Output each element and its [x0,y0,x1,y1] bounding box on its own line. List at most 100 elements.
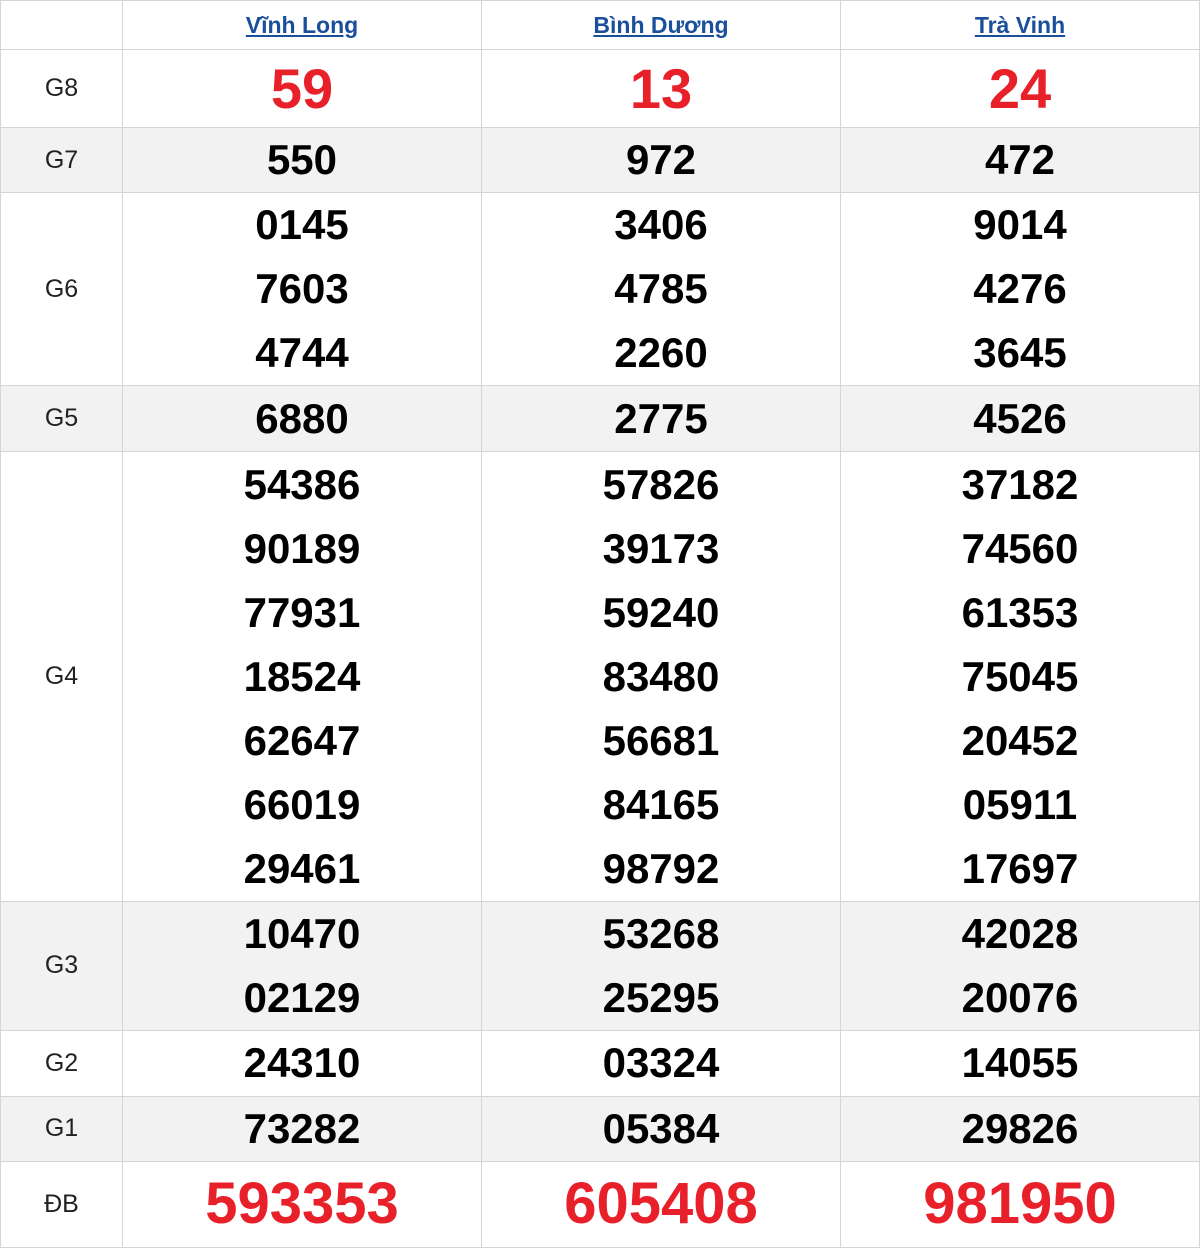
header-province-1: Vĩnh Long [122,0,482,51]
prize-number: 42028 [961,909,1079,957]
prize-cell: 29826 [840,1095,1200,1162]
prize-label: G1 [0,1095,123,1162]
prize-number: 10470 [243,909,361,957]
prize-cell: 05384 [481,1095,841,1162]
prize-row-g5: G5 6880 2775 4526 [0,385,1200,453]
prize-number: 9014 [973,201,1067,249]
prize-number: 20076 [961,973,1079,1021]
prize-number: 39173 [602,524,720,572]
prize-number: 6880 [255,394,349,442]
prize-number: 73282 [243,1104,361,1152]
prize-label: G3 [0,900,123,1031]
prize-number: 29461 [243,844,361,892]
header-row: Vĩnh Long Bình Dương Trà Vinh [0,0,1200,51]
prize-label: G5 [0,385,123,453]
prize-cell: 24 [840,49,1200,129]
prize-number: 66019 [243,780,361,828]
special-prize-number: 605408 [564,1171,758,1237]
prize-cell: 13 [481,49,841,129]
prize-number: 57826 [602,460,720,508]
prize-cell: 24310 [122,1029,482,1097]
prize-number: 61353 [961,588,1079,636]
prize-number: 7603 [255,265,349,313]
prize-label: G7 [0,127,123,194]
prize-number: 75045 [961,652,1079,700]
prize-number: 59240 [602,588,720,636]
prize-cell: 14055 [840,1029,1200,1097]
prize-label: G2 [0,1029,123,1097]
prize-cell: 472 [840,127,1200,194]
prize-cell: 593353 [122,1160,482,1248]
prize-cell: 03324 [481,1029,841,1097]
prize-cell: 10470 02129 [122,900,482,1031]
header-province-2: Bình Dương [481,0,841,51]
prize-number: 54386 [243,460,361,508]
prize-number: 20452 [961,716,1079,764]
prize-cell: 981950 [840,1160,1200,1248]
prize-row-g7: G7 550 972 472 [0,127,1200,194]
prize-label: G6 [0,192,123,387]
prize-cell: 9014 4276 3645 [840,192,1200,387]
prize-row-g2: G2 24310 03324 14055 [0,1029,1200,1097]
prize-cell: 54386 90189 77931 18524 62647 66019 2946… [122,451,482,902]
prize-cell: 57826 39173 59240 83480 56681 84165 9879… [481,451,841,902]
province-link-binh-duong[interactable]: Bình Dương [593,12,728,38]
prize-number: 18524 [243,652,361,700]
prize-number: 03324 [602,1039,720,1087]
prize-number: 25295 [602,973,720,1021]
prize-number: 05911 [962,780,1078,828]
prize-cell: 2775 [481,385,841,453]
province-link-tra-vinh[interactable]: Trà Vinh [975,12,1065,38]
prize-cell: 37182 74560 61353 75045 20452 05911 1769… [840,451,1200,902]
prize-cell: 73282 [122,1095,482,1162]
prize-number: 550 [266,136,338,184]
prize-number: 13 [629,56,693,120]
prize-cell: 6880 [122,385,482,453]
prize-number: 98792 [602,844,720,892]
prize-number: 3645 [973,329,1067,377]
prize-number: 972 [625,136,697,184]
special-prize-number: 981950 [923,1171,1117,1237]
prize-number: 0145 [255,201,349,249]
special-prize-number: 593353 [205,1171,399,1237]
prize-number: 472 [984,136,1056,184]
province-link-vinh-long[interactable]: Vĩnh Long [246,12,358,38]
lottery-results-table: Vĩnh Long Bình Dương Trà Vinh G8 59 13 2… [0,0,1200,1248]
prize-number: 56681 [602,716,720,764]
prize-row-g4: G4 54386 90189 77931 18524 62647 66019 2… [0,451,1200,902]
prize-number: 4744 [255,329,349,377]
prize-number: 62647 [243,716,361,764]
prize-number: 05384 [602,1104,720,1152]
prize-cell: 53268 25295 [481,900,841,1031]
prize-cell: 4526 [840,385,1200,453]
prize-number: 53268 [602,909,720,957]
prize-cell: 605408 [481,1160,841,1248]
prize-number: 24 [988,56,1052,120]
prize-row-g8: G8 59 13 24 [0,49,1200,129]
prize-cell: 59 [122,49,482,129]
prize-label: G8 [0,49,123,129]
prize-row-g3: G3 10470 02129 53268 25295 42028 20076 [0,900,1200,1031]
prize-label: G4 [0,451,123,902]
prize-number: 29826 [961,1104,1079,1152]
prize-number: 3406 [614,201,708,249]
prize-number: 59 [270,56,334,120]
prize-number: 77931 [243,588,361,636]
header-corner-cell [0,0,123,51]
prize-cell: 972 [481,127,841,194]
prize-number: 74560 [961,524,1079,572]
header-province-3: Trà Vinh [840,0,1200,51]
prize-row-g1: G1 73282 05384 29826 [0,1095,1200,1162]
prize-number: 4276 [973,265,1067,313]
prize-number: 4785 [614,265,708,313]
prize-number: 17697 [961,844,1079,892]
prize-cell: 0145 7603 4744 [122,192,482,387]
prize-number: 4526 [973,394,1067,442]
prize-row-g6: G6 0145 7603 4744 3406 4785 2260 9014 42… [0,192,1200,387]
prize-number: 2775 [614,394,708,442]
prize-label: ĐB [0,1160,123,1248]
prize-number: 90189 [243,524,361,572]
prize-number: 24310 [243,1039,361,1087]
prize-number: 2260 [614,329,708,377]
prize-number: 37182 [961,460,1079,508]
